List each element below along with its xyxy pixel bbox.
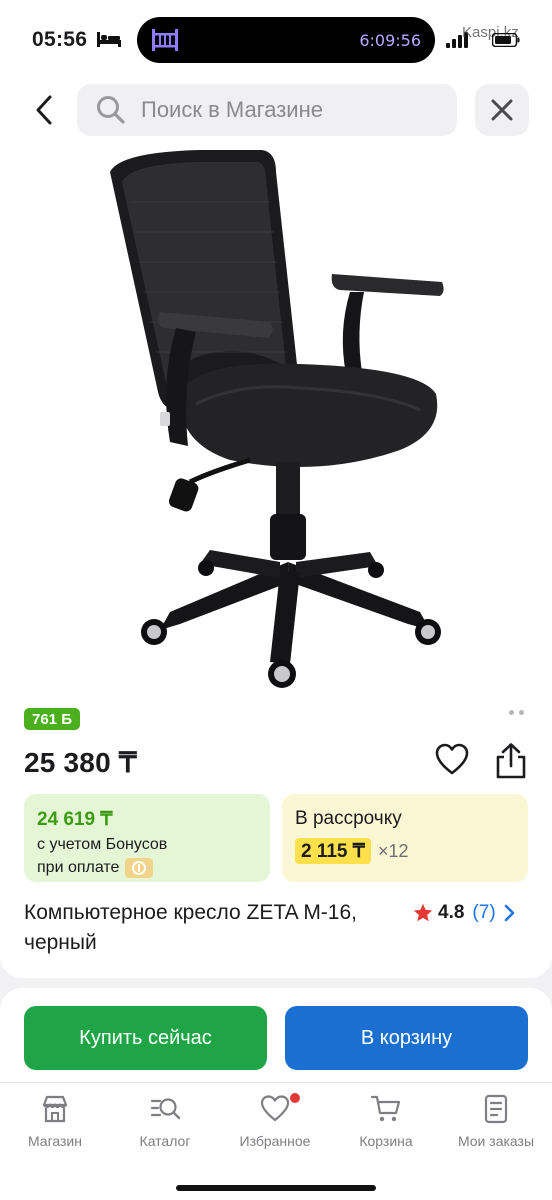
bonus-caption: с учетом Бонусов [37,836,168,853]
crib-icon [152,29,178,51]
installment-title: В рассрочку [295,808,402,829]
orders-icon [484,1094,508,1124]
action-bar: Купить сейчас В корзину [0,988,552,1082]
status-bar: 05:56 6:09:56 Kaspi.kz [0,0,552,78]
tab-label-orders: Мои заказы [457,1133,535,1149]
island-timer: 6:09:56 [359,31,421,50]
heart-outline-icon [260,1095,290,1122]
product-title: Компьютерное кресло ZETA M-16, черный [24,901,357,954]
office-chair-image [110,150,444,688]
reviews-count[interactable]: (7) [472,902,495,924]
tab-cart[interactable]: Корзина [331,1093,441,1157]
catalog-icon [150,1098,181,1120]
bonus-price-card[interactable]: 24 619 ₸ с учетом Бонусов при оплате [24,794,270,882]
search-placeholder: Поиск в Магазине [141,97,323,122]
close-button[interactable] [475,84,529,136]
search-input[interactable]: Поиск в Магазине [77,84,457,136]
chevron-left-icon [36,95,52,125]
search-header: Поиск в Магазине [0,78,552,142]
tab-orders[interactable]: Мои заказы [441,1093,551,1157]
tab-label-cart: Корзина [359,1133,413,1149]
search-icon [97,96,125,124]
bonus-badge: 761 Б [24,708,80,730]
bonus-payment-text: при оплате [37,859,120,876]
store-icon [42,1095,68,1123]
bonus-price: 24 619 ₸ [37,809,113,830]
image-pager-dots [509,710,524,715]
home-indicator [176,1185,376,1191]
back-button[interactable] [26,90,62,130]
tab-catalog[interactable]: Каталог [110,1093,220,1157]
share-icon[interactable] [494,742,528,780]
product-image[interactable] [0,142,552,690]
installment-card[interactable]: В рассрочку 2 115 ₸ ×12 [282,794,528,882]
rating-value: 4.8 [438,902,465,923]
close-icon [491,99,513,121]
bonus-coin-icon [125,858,154,878]
tab-label-catalog: Каталог [139,1133,191,1149]
bottom-tab-bar: Магазин Каталог Избранное Корзина Мои за… [0,1082,552,1200]
cart-icon [370,1095,401,1122]
tab-store[interactable]: Магазин [0,1093,110,1157]
bonus-caption-2: при оплате [37,858,154,878]
product-card: 761 Б 25 380 ₸ 24 619 ₸ с учетом Бонусов… [0,690,552,978]
bed-icon [97,32,121,47]
product-rating[interactable]: 4.8 (7) [412,898,516,928]
add-to-cart-button[interactable]: В корзину [285,1006,528,1070]
installment-multiplier: ×12 [378,841,409,861]
battery-icon [492,33,520,47]
installment-amount: 2 115 ₸ [295,838,371,864]
tab-label-favorites: Избранное [239,1133,311,1149]
star-icon [413,903,433,922]
buy-now-button[interactable]: Купить сейчас [24,1006,267,1070]
product-price: 25 380 ₸ [24,747,137,778]
status-time: 05:56 [32,28,88,51]
notification-dot [290,1093,300,1103]
dynamic-island: 6:09:56 [137,17,435,63]
tab-favorites[interactable]: Избранное [220,1093,330,1157]
tab-label-store: Магазин [27,1133,82,1149]
chevron-right-icon [504,904,514,922]
heart-icon[interactable] [434,742,470,778]
